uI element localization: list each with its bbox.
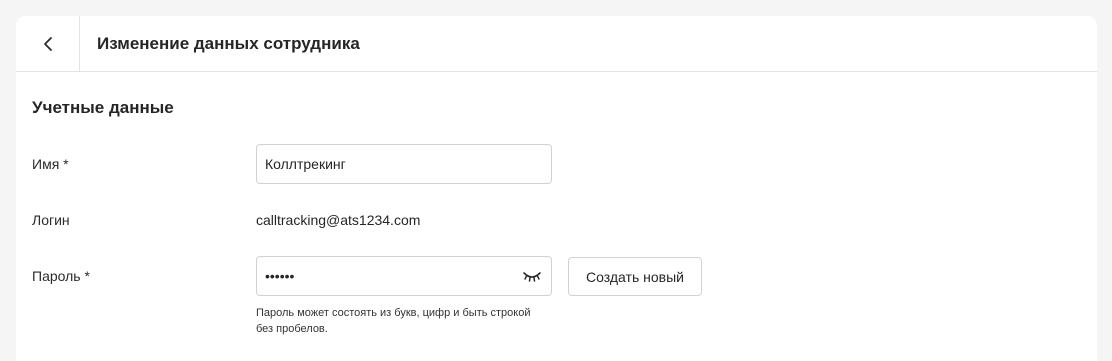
login-value: calltracking@ats1234.com <box>256 212 421 228</box>
section-title-credentials: Учетные данные <box>32 98 174 117</box>
eye-closed-icon[interactable] <box>522 269 542 283</box>
login-label: Логин <box>32 212 70 228</box>
page-header: Изменение данных сотрудника <box>16 16 1097 72</box>
page-title: Изменение данных сотрудника <box>97 34 360 53</box>
password-input[interactable] <box>257 257 551 295</box>
back-button[interactable] <box>16 16 80 71</box>
chevron-left-icon <box>43 36 52 51</box>
generate-password-button[interactable]: Создать новый <box>568 257 702 296</box>
name-field[interactable] <box>256 144 552 184</box>
name-input[interactable] <box>257 145 551 183</box>
password-field[interactable] <box>256 256 552 296</box>
password-label: Пароль * <box>32 268 90 284</box>
employee-edit-card: Изменение данных сотрудника Учетные данн… <box>16 16 1097 361</box>
name-label: Имя * <box>32 156 69 172</box>
password-hint: Пароль может состоять из букв, цифр и бы… <box>256 307 531 335</box>
